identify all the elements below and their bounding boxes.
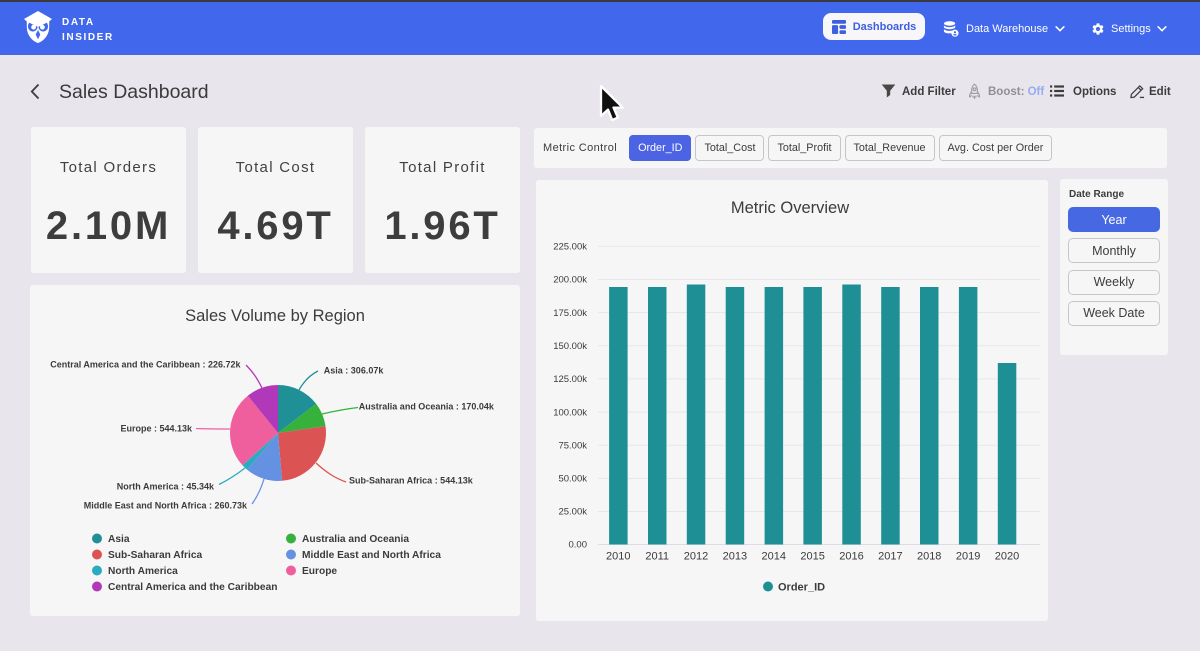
svg-text:2016: 2016 bbox=[839, 551, 863, 563]
svg-text:North America: North America bbox=[108, 566, 178, 577]
svg-text:North America : 45.34k: North America : 45.34k bbox=[117, 482, 215, 492]
svg-text:Central America and the Caribb: Central America and the Caribbean : 226.… bbox=[50, 360, 241, 370]
svg-text:2010: 2010 bbox=[606, 551, 630, 563]
svg-text:2013: 2013 bbox=[723, 551, 747, 563]
svg-text:Sub-Saharan Africa : 544.13k: Sub-Saharan Africa : 544.13k bbox=[349, 476, 474, 486]
svg-text:Middle East and North Africa :: Middle East and North Africa : 260.73k bbox=[84, 501, 248, 511]
svg-text:75.00k: 75.00k bbox=[558, 440, 587, 451]
svg-text:2015: 2015 bbox=[800, 551, 824, 563]
svg-text:2012: 2012 bbox=[684, 551, 708, 563]
svg-text:2017: 2017 bbox=[878, 551, 902, 563]
svg-text:Australia and Oceania : 170.04: Australia and Oceania : 170.04k bbox=[359, 402, 495, 412]
svg-text:Europe: Europe bbox=[302, 566, 337, 577]
svg-text:2011: 2011 bbox=[645, 551, 669, 563]
svg-text:Sales Volume by Region: Sales Volume by Region bbox=[185, 307, 365, 325]
svg-text:2018: 2018 bbox=[917, 551, 941, 563]
svg-text:150.00k: 150.00k bbox=[553, 341, 587, 352]
svg-text:50.00k: 50.00k bbox=[558, 474, 587, 485]
svg-text:125.00k: 125.00k bbox=[553, 374, 587, 385]
svg-text:225.00k: 225.00k bbox=[553, 242, 587, 253]
svg-text:100.00k: 100.00k bbox=[553, 407, 587, 418]
svg-text:Europe : 544.13k: Europe : 544.13k bbox=[120, 424, 193, 434]
svg-text:200.00k: 200.00k bbox=[553, 275, 587, 286]
svg-text:25.00k: 25.00k bbox=[558, 507, 587, 518]
svg-text:Sub-Saharan Africa: Sub-Saharan Africa bbox=[108, 550, 202, 561]
svg-text:Middle East and North Africa: Middle East and North Africa bbox=[302, 550, 441, 561]
svg-text:0.00: 0.00 bbox=[569, 540, 588, 551]
svg-text:Order_ID: Order_ID bbox=[778, 582, 825, 594]
svg-text:Asia : 306.07k: Asia : 306.07k bbox=[324, 366, 385, 376]
svg-text:Asia: Asia bbox=[108, 534, 130, 545]
svg-text:Central America and the Caribb: Central America and the Caribbean bbox=[108, 582, 277, 593]
svg-text:Australia and Oceania: Australia and Oceania bbox=[302, 534, 409, 545]
svg-text:2020: 2020 bbox=[995, 551, 1019, 563]
svg-text:Metric Overview: Metric Overview bbox=[731, 199, 849, 217]
svg-text:175.00k: 175.00k bbox=[553, 308, 587, 319]
svg-text:2019: 2019 bbox=[956, 551, 980, 563]
svg-text:2014: 2014 bbox=[762, 551, 786, 563]
